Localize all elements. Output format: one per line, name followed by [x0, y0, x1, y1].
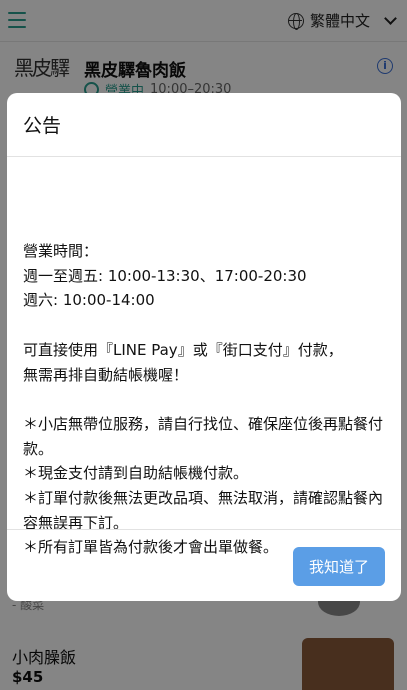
announcement-modal: 公告 營業時間： 週一至週五: 10:00-13:30、17:00-20:30 … [7, 93, 401, 601]
confirm-button[interactable]: 我知道了 [293, 547, 385, 586]
announcement-line: 可直接使用『LINE Pay』或『街口支付』付款， [23, 340, 343, 359]
announcement-line: ＊小店無帶位服務，請自行找位、確保座位後再點餐付款。 [23, 414, 384, 458]
announcement-line: ＊現金支付請到自助結帳機付款。 [23, 464, 249, 483]
line-spacer [23, 313, 387, 338]
announcement-line: 無需再排自動結帳機喔！ [23, 365, 189, 384]
modal-title: 公告 [23, 115, 62, 137]
modal-footer: 我知道了 [7, 529, 401, 601]
modal-header: 公告 [7, 93, 401, 157]
announcement-line: ＊訂單付款後無法更改品項、無法取消，請確認點餐內容無誤再下訂。 [23, 489, 384, 532]
announcement-line: 營業時間： [23, 242, 99, 260]
modal-body: 營業時間： 週一至週五: 10:00-13:30、17:00-20:30 週六:… [7, 157, 401, 556]
line-spacer [23, 387, 387, 412]
announcement-line: 週一至週五: 10:00-13:30、17:00-20:30 [23, 266, 307, 285]
announcement-line: 週六: 10:00-14:00 [23, 291, 155, 310]
